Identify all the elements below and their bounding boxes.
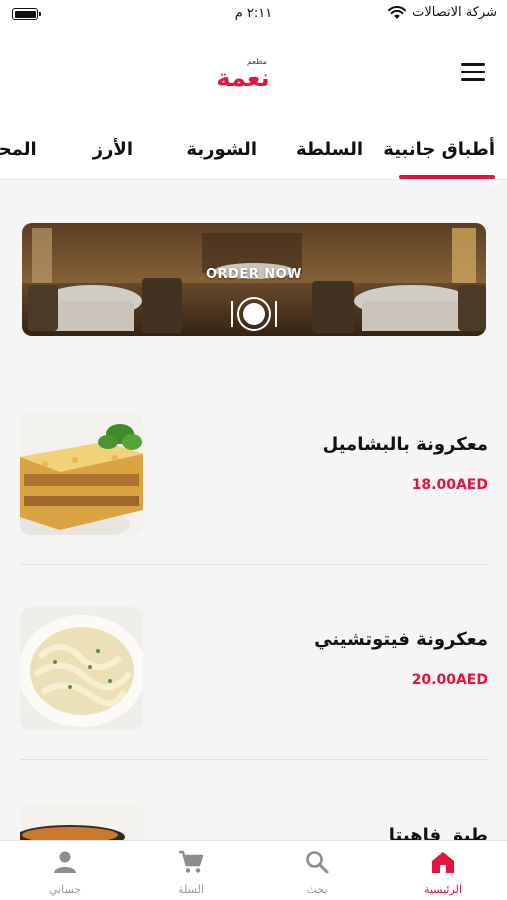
wifi-icon: [388, 5, 407, 19]
product-price: 18.00AED: [411, 477, 488, 493]
tab-rice[interactable]: الأرز: [93, 139, 133, 160]
account-icon: [54, 851, 76, 873]
svg-text:نعمة: نعمة: [216, 64, 269, 92]
restaurant-logo[interactable]: مطعم نعمة: [200, 52, 286, 92]
tab-salad[interactable]: السلطة: [296, 139, 363, 160]
tab-soup[interactable]: الشوربة: [186, 139, 257, 160]
product-image: [20, 607, 143, 730]
nav-home[interactable]: الرئيسية: [380, 841, 506, 900]
product-image: [20, 412, 143, 535]
app-header: مطعم نعمة: [0, 30, 507, 120]
product-item[interactable]: معكرونة فيتوتشيني 20.00AED: [20, 607, 488, 731]
product-item[interactable]: معكرونة بالبشاميل 18.00AED: [20, 412, 488, 536]
active-tab-indicator: [399, 175, 495, 179]
list-divider: [20, 564, 488, 565]
cart-icon: [179, 850, 204, 873]
bottom-navigation: الرئيسية بحث السلة حسابي: [0, 840, 507, 900]
list-divider: [20, 759, 488, 760]
menu-icon[interactable]: [461, 63, 485, 81]
tab-side-dishes[interactable]: أطباق جانبية: [383, 139, 495, 160]
nav-label: الرئيسية: [424, 883, 462, 896]
product-name: معكرونة فيتوتشيني: [314, 629, 488, 650]
category-tabs: أطباق جانبية السلطة الشوربة الأرز المحا: [0, 120, 507, 180]
order-now-banner[interactable]: ORDER NOW: [22, 223, 486, 336]
nav-label: بحث: [306, 883, 328, 896]
home-icon: [432, 852, 454, 873]
nav-label: السلة: [178, 883, 204, 896]
product-price: 20.00AED: [411, 672, 488, 688]
status-bar: ٢:١١ م شركة الاتصالات: [0, 0, 507, 30]
tab-grills[interactable]: المحا: [0, 139, 37, 160]
carrier-name: شركة الاتصالات: [412, 5, 497, 20]
nav-cart[interactable]: السلة: [128, 841, 254, 900]
nav-label: حسابي: [48, 883, 82, 896]
banner-label: ORDER NOW: [205, 267, 303, 282]
nav-account[interactable]: حسابي: [2, 841, 128, 900]
status-right: شركة الاتصالات: [388, 5, 497, 20]
product-name: معكرونة بالبشاميل: [322, 434, 488, 455]
nav-search[interactable]: بحث: [254, 841, 380, 900]
search-icon: [306, 851, 329, 874]
